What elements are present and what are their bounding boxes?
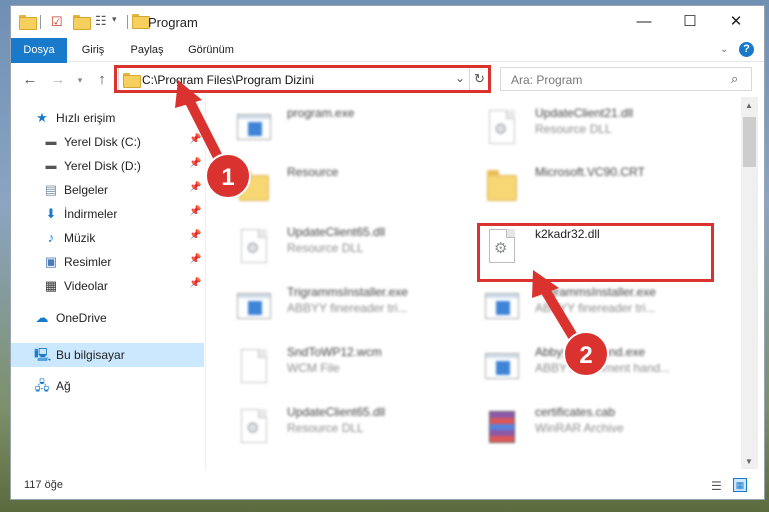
file-highlight-box bbox=[477, 223, 714, 282]
search-input[interactable]: Ara: Program bbox=[511, 73, 582, 87]
pin-icon[interactable]: 📌 bbox=[189, 254, 201, 265]
list-item[interactable]: Resource bbox=[227, 161, 467, 213]
app-icon bbox=[237, 287, 271, 327]
app-icon bbox=[485, 347, 519, 387]
app-icon bbox=[485, 287, 519, 327]
list-item[interactable]: TrigrammsInstaller.exe ABBYY finereader … bbox=[227, 281, 467, 333]
folder-icon bbox=[237, 167, 271, 207]
window-title: Program bbox=[148, 15, 198, 30]
star-icon: ★ bbox=[36, 110, 48, 125]
network-icon: 🖧 bbox=[34, 378, 50, 393]
pin-icon[interactable]: 📌 bbox=[189, 134, 201, 145]
folder-icon bbox=[485, 167, 519, 207]
installer-icon bbox=[237, 108, 271, 148]
pictures-icon: ▣ bbox=[44, 254, 58, 269]
forward-arrow-icon[interactable]: → bbox=[49, 71, 67, 88]
item-count: 117 öğe bbox=[24, 479, 63, 491]
list-item[interactable]: AbbyyCmnHand.exe ABBYY Comment hand... bbox=[475, 341, 715, 393]
computer-icon: 🖳 bbox=[34, 347, 52, 362]
tab-share[interactable]: Paylaş bbox=[121, 38, 173, 62]
cloud-icon: ☁ bbox=[35, 310, 49, 325]
minimize-button[interactable]: — bbox=[621, 6, 667, 38]
scroll-thumb[interactable] bbox=[743, 117, 756, 167]
pin-icon[interactable]: 📌 bbox=[189, 206, 201, 217]
list-item[interactable]: certificates.cab WinRAR Archive bbox=[475, 401, 715, 453]
dll-icon: ⚙ bbox=[237, 227, 271, 267]
sidebar-item-onedrive[interactable]: ☁ OneDrive bbox=[11, 307, 204, 329]
sidebar-item-pictures[interactable]: ▣ Resimler 📌 bbox=[11, 251, 204, 273]
maximize-button[interactable]: ☐ bbox=[667, 6, 713, 38]
pin-icon[interactable]: 📌 bbox=[189, 158, 201, 169]
file-list: program.exe ⚙ UpdateClient21.dll Resourc… bbox=[207, 97, 742, 469]
status-bar: 117 öğe ☰ ▦ bbox=[11, 471, 764, 499]
documents-icon: ▤ bbox=[44, 182, 58, 197]
dll-icon: ⚙ bbox=[237, 407, 271, 447]
pin-icon[interactable]: 📌 bbox=[189, 278, 201, 289]
list-item[interactable]: ⚙ UpdateClient21.dll Resource DLL bbox=[475, 102, 715, 154]
scroll-down-icon[interactable]: ▼ bbox=[745, 457, 753, 466]
pin-icon[interactable]: 📌 bbox=[189, 230, 201, 241]
folder-icon bbox=[19, 15, 37, 30]
close-button[interactable]: ✕ bbox=[713, 6, 759, 38]
sidebar-item-downloads[interactable]: ⬇ İndirmeler 📌 bbox=[11, 203, 204, 225]
sidebar-item-local-disk-d[interactable]: ▬ Yerel Disk (D:) 📌 bbox=[11, 155, 204, 177]
vertical-scrollbar[interactable]: ▲ ▼ bbox=[741, 97, 758, 469]
drive-icon: ▬ bbox=[45, 136, 57, 148]
download-icon: ⬇ bbox=[45, 206, 57, 221]
large-icons-view-icon[interactable]: ▦ bbox=[733, 478, 747, 492]
properties-icon[interactable]: ☑ bbox=[51, 14, 65, 29]
qat-dropdown-icon[interactable]: ▾ bbox=[112, 14, 126, 28]
list-item[interactable]: TrigrammsInstaller.exe ABBYY finereader … bbox=[475, 281, 715, 333]
navigation-pane: ★ Hızlı erişim ▬ Yerel Disk (C:) 📌 ▬ Yer… bbox=[11, 97, 206, 469]
new-folder-icon[interactable] bbox=[73, 15, 91, 30]
sidebar-item-documents[interactable]: ▤ Belgeler 📌 bbox=[11, 179, 204, 201]
divider bbox=[127, 15, 128, 29]
details-view-icon[interactable]: ☰ bbox=[711, 479, 722, 493]
sidebar-item-quick-access[interactable]: ★ Hızlı erişim bbox=[11, 107, 204, 129]
sidebar-item-network[interactable]: 🖧 Ağ bbox=[11, 375, 204, 397]
title-bar: ☑ ☷ ▾ Program — ☐ ✕ bbox=[11, 6, 764, 38]
music-icon: ♪ bbox=[47, 230, 55, 245]
scroll-up-icon[interactable]: ▲ bbox=[745, 101, 753, 110]
list-item[interactable]: ⚙ UpdateClient65.dll Resource DLL bbox=[227, 221, 467, 273]
title-folder-icon bbox=[132, 14, 150, 29]
back-arrow-icon[interactable]: ← bbox=[21, 71, 39, 88]
help-icon[interactable]: ? bbox=[739, 42, 754, 57]
address-highlight-box bbox=[114, 65, 491, 93]
divider bbox=[40, 15, 41, 29]
list-item[interactable]: Microsoft.VC90.CRT bbox=[475, 161, 715, 213]
file-icon bbox=[237, 347, 271, 387]
drive-icon: ▬ bbox=[45, 160, 57, 172]
video-icon: ▦ bbox=[44, 278, 58, 293]
tab-view[interactable]: Görünüm bbox=[181, 38, 241, 62]
ribbon-tabs: Dosya Giriş Paylaş Görünüm ⌄ ? bbox=[11, 38, 764, 90]
list-item[interactable]: SndToWP12.wcm WCM File bbox=[227, 341, 467, 393]
list-item[interactable]: program.exe bbox=[227, 102, 467, 154]
dll-icon: ⚙ bbox=[485, 108, 519, 148]
list-item[interactable]: ⚙ UpdateClient65.dll Resource DLL bbox=[227, 401, 467, 453]
sidebar-item-local-disk-c[interactable]: ▬ Yerel Disk (C:) 📌 bbox=[11, 131, 204, 153]
recent-dropdown-icon[interactable]: ▾ bbox=[71, 75, 89, 86]
sidebar-item-music[interactable]: ♪ Müzik 📌 bbox=[11, 227, 204, 249]
tab-home[interactable]: Giriş bbox=[71, 38, 115, 62]
archive-icon bbox=[485, 407, 519, 447]
search-icon[interactable]: ⌕ bbox=[731, 71, 738, 87]
ribbon-expand-icon[interactable]: ⌄ bbox=[720, 44, 728, 55]
up-arrow-icon[interactable]: ↑ bbox=[93, 71, 111, 88]
sidebar-item-this-pc[interactable]: 🖳 Bu bilgisayar bbox=[11, 343, 204, 367]
pin-icon[interactable]: 📌 bbox=[189, 182, 201, 193]
sidebar-item-videos[interactable]: ▦ Videolar 📌 bbox=[11, 275, 204, 297]
search-box[interactable]: Ara: Program ⌕ bbox=[500, 67, 752, 91]
view-options-icon[interactable]: ☷ bbox=[95, 13, 109, 28]
